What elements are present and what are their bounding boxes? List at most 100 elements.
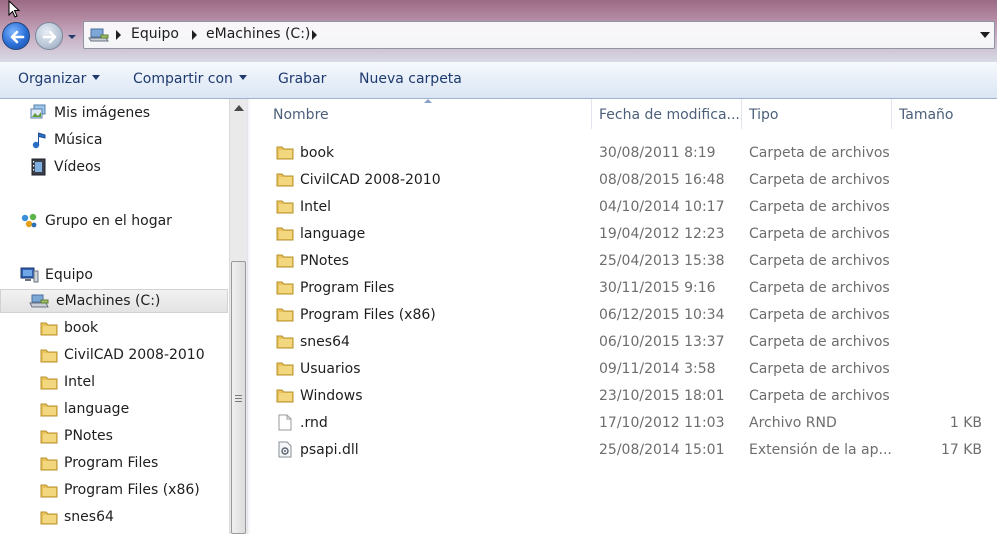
nav-item-label: eMachines (C:) — [56, 293, 161, 309]
file-name: snes64 — [300, 334, 350, 350]
file-date: 17/10/2012 11:03 — [599, 415, 725, 431]
file-row[interactable]: CivilCAD 2008-2010 08/08/2015 16:48 Carp… — [250, 167, 997, 194]
file-date: 09/11/2014 3:58 — [599, 361, 716, 377]
nav-folder-item[interactable]: language — [40, 397, 129, 421]
new-folder-button[interactable]: Nueva carpeta — [359, 71, 462, 87]
column-divider[interactable] — [591, 99, 592, 129]
breadcrumb-drive[interactable]: eMachines (C:) — [206, 26, 310, 42]
chevron-down-icon — [92, 75, 101, 80]
nav-item-label: Grupo en el hogar — [45, 213, 172, 229]
share-label: Compartir con — [133, 71, 233, 87]
address-dropdown-icon[interactable] — [980, 32, 990, 38]
file-list: Nombre Fecha de modifica... Tipo Tamaño … — [250, 99, 997, 534]
folder-icon — [276, 173, 294, 187]
file-date: 06/12/2015 10:34 — [599, 307, 725, 323]
column-divider[interactable] — [741, 99, 742, 129]
navigation-scrollbar[interactable] — [229, 99, 247, 534]
file-row[interactable]: .rnd 17/10/2012 11:03 Archivo RND 1 KB — [250, 410, 997, 437]
back-button[interactable] — [2, 22, 30, 50]
folder-icon — [40, 511, 58, 525]
file-type: Extensión de la ap... — [749, 442, 892, 458]
nav-folder-item[interactable]: book — [40, 316, 98, 340]
column-header-type[interactable]: Tipo — [749, 99, 778, 131]
file-row[interactable]: Intel 04/10/2014 10:17 Carpeta de archiv… — [250, 194, 997, 221]
column-header-name[interactable]: Nombre — [273, 99, 329, 131]
breadcrumb-arrow-icon[interactable] — [192, 30, 197, 40]
file-name: Intel — [300, 199, 331, 215]
recent-pages-dropdown[interactable] — [66, 32, 78, 42]
file-type: Carpeta de archivos — [749, 253, 890, 269]
file-date: 30/11/2015 9:16 — [599, 280, 716, 296]
nav-folder-label: PNotes — [64, 428, 113, 444]
drive-icon — [29, 294, 49, 308]
breadcrumb-arrow-icon[interactable] — [116, 30, 121, 40]
nav-item-homegroup[interactable]: Grupo en el hogar — [20, 209, 172, 233]
folder-icon — [276, 200, 294, 214]
file-name: language — [300, 226, 366, 242]
address-bar-region: Equipo eMachines (C:) — [0, 0, 997, 62]
forward-button[interactable] — [35, 22, 63, 50]
file-name: Windows — [300, 388, 363, 404]
folder-icon — [40, 376, 58, 390]
organize-button[interactable]: Organizar — [18, 71, 101, 87]
nav-folder-item[interactable]: PNotes — [40, 424, 113, 448]
nav-folder-item[interactable]: Intel — [40, 370, 95, 394]
nav-item-videos[interactable]: Vídeos — [30, 155, 101, 179]
nav-folder-item[interactable]: CivilCAD 2008-2010 — [40, 343, 205, 367]
file-row[interactable]: Program Files (x86) 06/12/2015 10:34 Car… — [250, 302, 997, 329]
file-row[interactable]: PNotes 25/04/2013 15:38 Carpeta de archi… — [250, 248, 997, 275]
nav-folder-label: snes64 — [64, 509, 114, 525]
grip-icon — [235, 395, 242, 404]
nav-item-music[interactable]: Música — [30, 128, 102, 152]
file-type: Carpeta de archivos — [749, 307, 890, 323]
nav-folder-label: Program Files (x86) — [64, 482, 200, 498]
column-header-size[interactable]: Tamaño — [899, 99, 953, 131]
command-bar: Organizar Compartir con Grabar Nueva car… — [0, 62, 997, 99]
file-date: 19/04/2012 12:23 — [599, 226, 725, 242]
share-button[interactable]: Compartir con — [133, 71, 247, 87]
file-row[interactable]: snes64 06/10/2015 13:37 Carpeta de archi… — [250, 329, 997, 356]
file-size: 17 KB — [940, 442, 982, 458]
nav-item-computer[interactable]: Equipo — [20, 263, 93, 287]
breadcrumb-equipo[interactable]: Equipo — [131, 26, 179, 42]
file-row[interactable]: Windows 23/10/2015 18:01 Carpeta de arch… — [250, 383, 997, 410]
nav-folder-label: book — [64, 320, 99, 336]
file-date: 06/10/2015 13:37 — [599, 334, 725, 350]
burn-button[interactable]: Grabar — [278, 71, 326, 87]
nav-item-label: Mis imágenes — [54, 105, 151, 121]
mouse-cursor-icon — [8, 0, 21, 18]
file-name: Program Files — [300, 280, 395, 296]
nav-folder-label: Intel — [64, 374, 95, 390]
computer-small-icon — [88, 28, 109, 42]
address-field[interactable]: Equipo eMachines (C:) — [83, 21, 995, 49]
nav-folder-item[interactable]: snes64 — [40, 505, 114, 529]
nav-item-drive-c[interactable]: eMachines (C:) — [0, 289, 228, 313]
computer-icon — [20, 267, 39, 283]
scroll-up-icon[interactable] — [234, 105, 244, 111]
file-type: Carpeta de archivos — [749, 172, 890, 188]
nav-folder-item[interactable]: Program Files — [40, 451, 158, 475]
column-divider[interactable] — [891, 99, 892, 129]
file-date: 04/10/2014 10:17 — [599, 199, 725, 215]
file-row[interactable]: psapi.dll 25/08/2014 15:01 Extensión de … — [250, 437, 997, 464]
file-row[interactable]: Program Files 30/11/2015 9:16 Carpeta de… — [250, 275, 997, 302]
nav-item-pictures[interactable]: Mis imágenes — [30, 101, 150, 125]
file-name: CivilCAD 2008-2010 — [300, 172, 441, 188]
nav-folder-item[interactable]: Program Files (x86) — [40, 478, 200, 502]
file-date: 30/08/2011 8:19 — [599, 145, 716, 161]
nav-folder-label: language — [64, 401, 130, 417]
nav-folder-label: Program Files — [64, 455, 159, 471]
column-header-date[interactable]: Fecha de modifica... — [599, 99, 740, 131]
arrow-left-icon — [10, 30, 25, 44]
file-name: Usuarios — [300, 361, 361, 377]
music-icon — [32, 132, 46, 149]
file-row[interactable]: language 19/04/2012 12:23 Carpeta de arc… — [250, 221, 997, 248]
file-row[interactable]: book 30/08/2011 8:19 Carpeta de archivos — [250, 140, 997, 167]
nav-folder-label: CivilCAD 2008-2010 — [64, 347, 205, 363]
file-type: Carpeta de archivos — [749, 334, 890, 350]
file-row[interactable]: Usuarios 09/11/2014 3:58 Carpeta de arch… — [250, 356, 997, 383]
folder-icon — [276, 146, 294, 160]
scrollbar-thumb[interactable] — [231, 261, 246, 534]
file-type: Carpeta de archivos — [749, 145, 890, 161]
breadcrumb-arrow-icon[interactable] — [312, 30, 317, 40]
